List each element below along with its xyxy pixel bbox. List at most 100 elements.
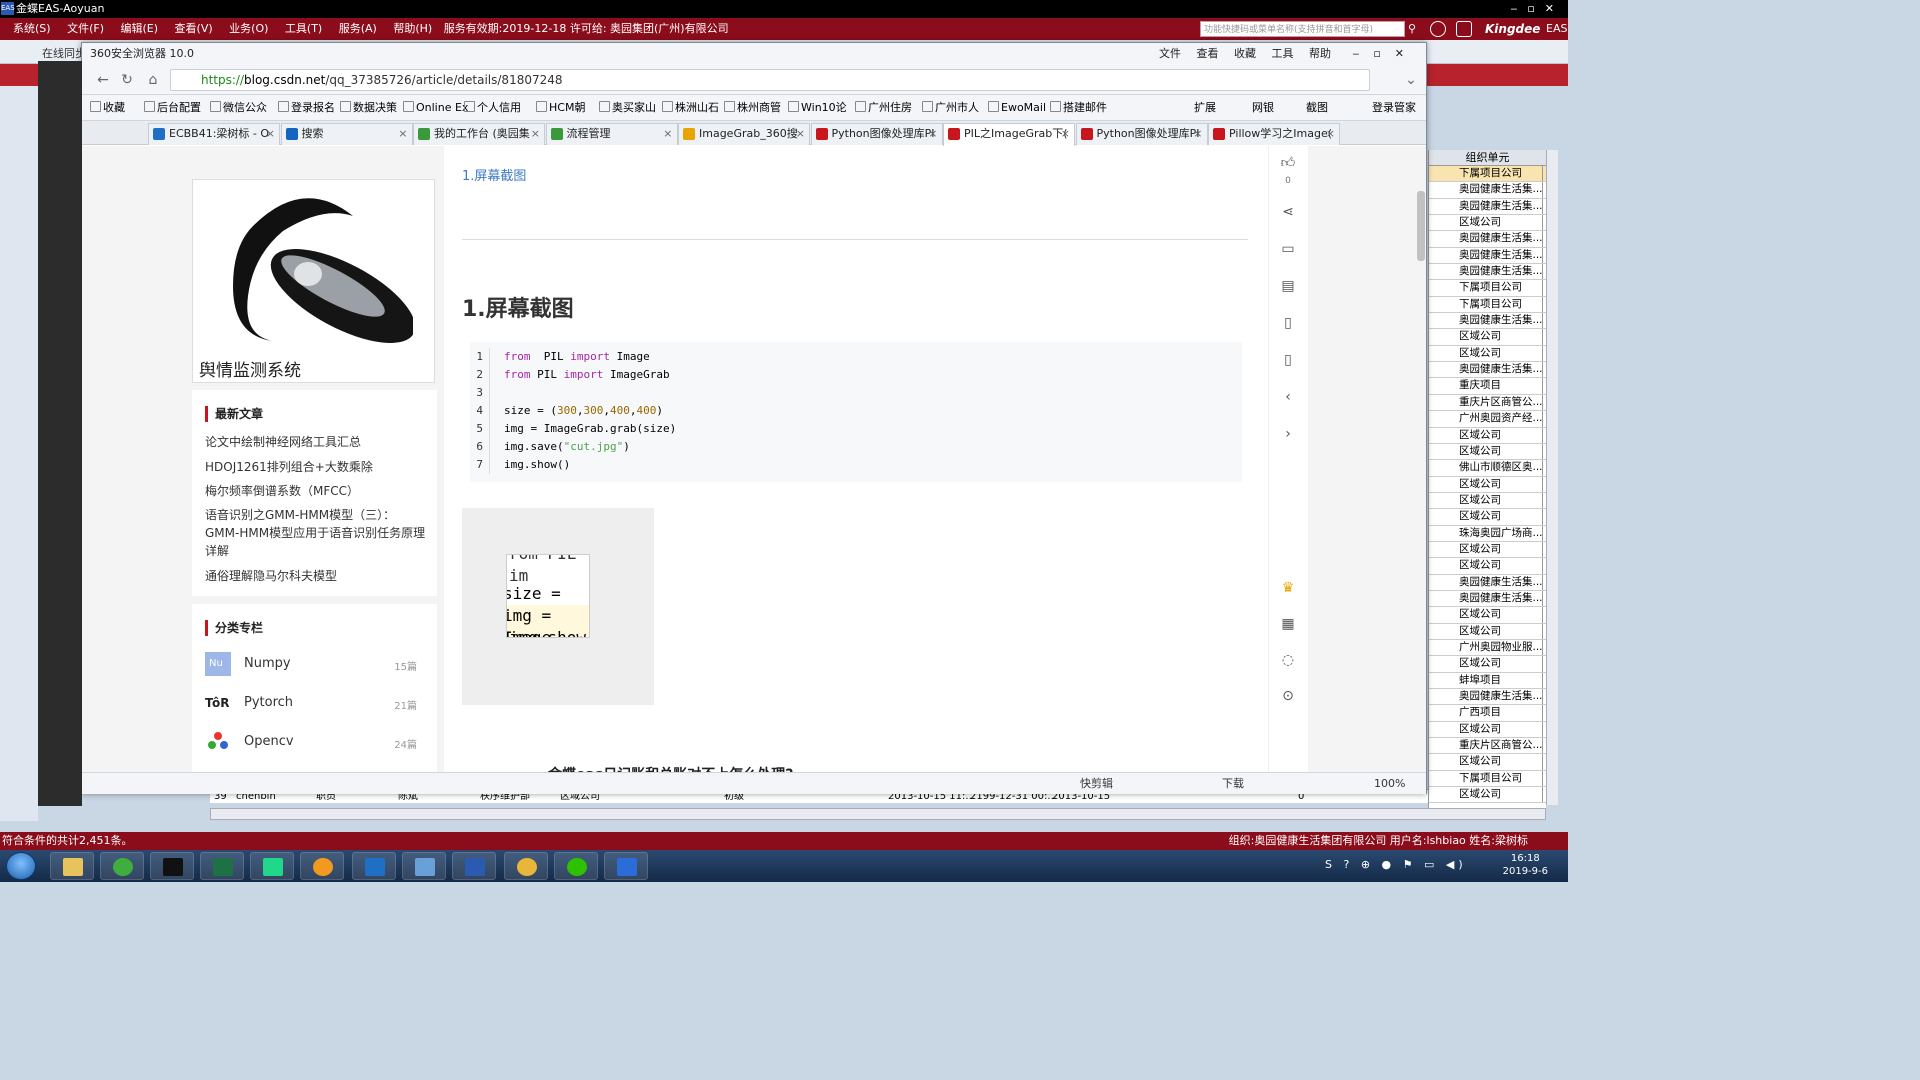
window-app[interactable]: [402, 852, 446, 880]
close-icon[interactable]: ×: [1326, 124, 1335, 144]
eas-search-input[interactable]: 功能快捷码或菜单名称(支持拼音和首字母): [1200, 21, 1405, 37]
table-row[interactable]: 区域公司: [1429, 427, 1546, 444]
table-row[interactable]: 奥园健康生活集...: [1429, 689, 1546, 706]
eas-menu-business[interactable]: 业务(O): [229, 18, 268, 40]
favorite-link[interactable]: 搭建邮件: [1050, 95, 1107, 120]
browser-tab[interactable]: ImageGrab_360搜 ×: [678, 123, 810, 145]
grid-vertical-scrollbar[interactable]: [1546, 150, 1558, 805]
table-row[interactable]: 重庆片区商管公...: [1429, 738, 1546, 755]
toolbar-extension[interactable]: 网银: [1252, 95, 1274, 120]
smile-icon[interactable]: [1430, 21, 1446, 37]
eas-menu-tools[interactable]: 工具(T): [285, 18, 322, 40]
outlook-app[interactable]: [352, 852, 396, 880]
browser-menu-help[interactable]: 帮助: [1309, 47, 1331, 60]
code-block[interactable]: 1 from PIL import Image 2 from PIL import I…: [470, 342, 1242, 482]
toolbar-extension[interactable]: 截图: [1306, 95, 1328, 120]
table-row[interactable]: 区域公司: [1429, 754, 1546, 771]
category-opencv[interactable]: Opencv 24篇: [205, 727, 427, 757]
eas-app[interactable]: [452, 852, 496, 880]
cmd-app[interactable]: [150, 852, 194, 880]
close-icon[interactable]: ×: [796, 124, 805, 144]
table-row[interactable]: 区域公司: [1429, 787, 1546, 804]
table-row[interactable]: 广州奥园资产经...: [1429, 411, 1546, 428]
bim-app[interactable]: [604, 852, 648, 880]
table-row[interactable]: 奥园健康生活集...: [1429, 590, 1546, 608]
browser-tab[interactable]: 流程管理 ×: [545, 123, 678, 145]
table-row[interactable]: 重庆片区商管公...: [1429, 394, 1546, 412]
table-row[interactable]: 奥园健康生活集...: [1429, 362, 1546, 379]
table-row[interactable]: 奥园健康生活集...: [1429, 231, 1546, 248]
eas-menu-system[interactable]: 系统(S): [13, 18, 51, 40]
table-row[interactable]: 广西项目: [1429, 705, 1546, 722]
excel-app[interactable]: [200, 852, 244, 880]
table-row[interactable]: 区域公司: [1429, 656, 1546, 673]
page-scrollbar[interactable]: [1416, 146, 1426, 773]
toolbar-extension[interactable]: 扩展: [1194, 95, 1216, 120]
wechat-app[interactable]: [554, 852, 598, 880]
browser-menu-file[interactable]: 文件: [1159, 47, 1181, 60]
browser-tab[interactable]: Python图像处理库PI ×: [810, 123, 943, 145]
toolbar-extension[interactable]: 登录管家: [1372, 95, 1416, 120]
back-icon[interactable]: ←: [94, 72, 112, 88]
table-row[interactable]: 区域公司: [1429, 623, 1546, 640]
eas-menu-help[interactable]: 帮助(H): [393, 18, 432, 40]
eas-menu-view[interactable]: 查看(V): [175, 18, 213, 40]
favorite-link[interactable]: 广州住房: [855, 95, 912, 120]
browser-tab[interactable]: ECBB41:梁树标 - O ×: [148, 123, 280, 145]
explorer-app[interactable]: [50, 852, 94, 880]
browser-tab[interactable]: Pillow学习之Image(×: [1208, 123, 1340, 145]
browser-menu-tools[interactable]: 工具: [1272, 47, 1294, 60]
favorite-link[interactable]: 后台配置: [144, 95, 201, 120]
eas-window-controls[interactable]: ‒▫✕: [1510, 0, 1564, 18]
favorite-link[interactable]: 个人信用: [464, 95, 521, 120]
online-sync-label[interactable]: 在线同步: [42, 45, 86, 61]
recent-article-link[interactable]: 梅尔频率倒谱系数（MFCC）: [205, 482, 427, 500]
favorite-link[interactable]: 收藏: [90, 95, 125, 120]
url-input[interactable]: https://blog.csdn.net/qq_37385726/articl…: [170, 69, 1370, 91]
table-row[interactable]: 奥园健康生活集...: [1429, 574, 1546, 591]
close-icon[interactable]: ×: [266, 124, 275, 144]
close-icon[interactable]: ×: [531, 124, 540, 144]
close-icon[interactable]: ×: [663, 124, 672, 144]
browser-tab[interactable]: 我的工作台 (奥园集 ×: [413, 123, 545, 145]
table-row[interactable]: 下属项目公司: [1429, 296, 1546, 314]
table-row[interactable]: 区域公司: [1429, 607, 1546, 624]
user-switch-icon[interactable]: [1456, 21, 1472, 37]
close-icon[interactable]: ×: [928, 124, 937, 144]
home-icon[interactable]: ⌂: [144, 72, 162, 88]
prev-icon[interactable]: ‹: [1269, 379, 1307, 415]
qrcode-icon[interactable]: ▦: [1269, 606, 1307, 642]
table-row[interactable]: 区域公司: [1429, 492, 1546, 510]
recent-article-link[interactable]: 论文中绘制神经网络工具汇总: [205, 433, 427, 451]
table-row[interactable]: 奥园健康生活集...: [1429, 182, 1546, 199]
grid-column-header[interactable]: 组织单元: [1429, 150, 1546, 166]
browser-menu-favorites[interactable]: 收藏: [1234, 47, 1256, 60]
table-row[interactable]: 奥园健康生活集...: [1429, 313, 1546, 330]
favorite-link[interactable]: 登录报名: [278, 95, 335, 120]
table-row[interactable]: 重庆项目: [1429, 378, 1546, 395]
favorite-link[interactable]: 株洲山石: [662, 95, 719, 120]
next-icon[interactable]: ›: [1269, 416, 1307, 452]
table-row[interactable]: 奥园健康生活集...: [1429, 198, 1546, 216]
support-icon[interactable]: ◌: [1269, 642, 1307, 678]
eas-menu-edit[interactable]: 编辑(E): [121, 18, 159, 40]
comment-icon[interactable]: ▭: [1269, 231, 1307, 267]
table-row[interactable]: 区域公司: [1429, 509, 1546, 526]
toc-link[interactable]: 1.屏幕截图: [462, 165, 526, 184]
bookmark-icon[interactable]: ▯: [1269, 305, 1307, 341]
favorite-link[interactable]: Win10论: [788, 95, 847, 120]
share-icon[interactable]: ⋖: [1269, 194, 1307, 230]
clock[interactable]: 16:18 2019-9-6: [1503, 852, 1548, 878]
recent-article-link[interactable]: 通俗理解隐马尔科夫模型: [205, 567, 427, 585]
favorite-link[interactable]: 微信公众: [210, 95, 267, 120]
favorite-link[interactable]: 株州商管: [724, 95, 781, 120]
grid-horizontal-scrollbar[interactable]: [210, 808, 1546, 820]
table-row[interactable]: 奥园健康生活集...: [1429, 264, 1546, 281]
download-button[interactable]: 下载: [1222, 773, 1244, 795]
table-row[interactable]: 下属项目公司: [1429, 770, 1546, 788]
pycharm-app[interactable]: [250, 852, 294, 880]
eas-menu-file[interactable]: 文件(F): [67, 18, 104, 40]
close-icon[interactable]: ×: [398, 124, 407, 144]
favorite-link[interactable]: EwoMail: [988, 95, 1046, 120]
mobile-icon[interactable]: ▯: [1269, 342, 1307, 378]
